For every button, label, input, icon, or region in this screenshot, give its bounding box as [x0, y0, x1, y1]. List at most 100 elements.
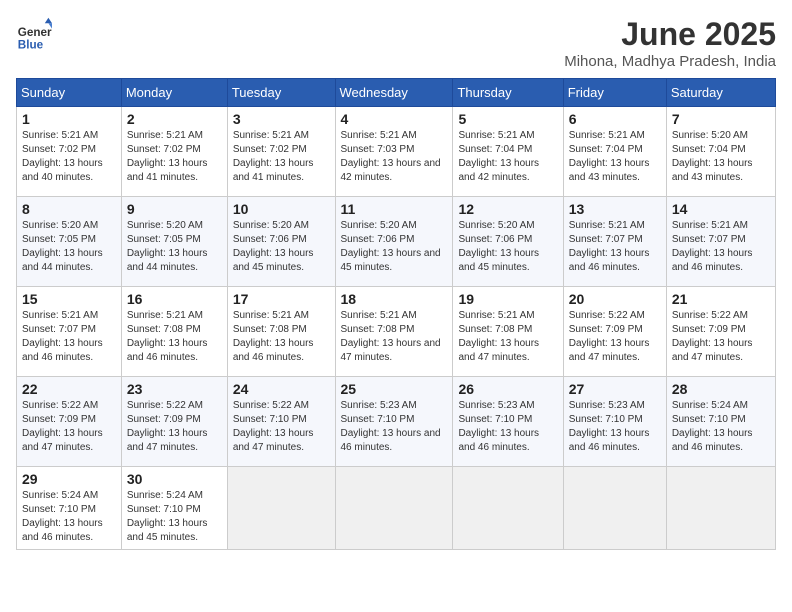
day-info: Sunrise: 5:20 AM Sunset: 7:05 PM Dayligh…	[127, 219, 222, 275]
header-cell-sunday: Sunday	[17, 79, 122, 107]
day-number: 18	[341, 291, 448, 307]
day-number: 1	[22, 111, 116, 127]
calendar-cell: 14 Sunrise: 5:21 AM Sunset: 7:07 PM Dayl…	[666, 197, 775, 287]
day-info: Sunrise: 5:22 AM Sunset: 7:09 PM Dayligh…	[127, 399, 222, 455]
calendar-cell: 17 Sunrise: 5:21 AM Sunset: 7:08 PM Dayl…	[227, 287, 335, 377]
calendar-title: June 2025	[564, 16, 776, 53]
calendar-cell: 11 Sunrise: 5:20 AM Sunset: 7:06 PM Dayl…	[335, 197, 453, 287]
calendar-cell: 19 Sunrise: 5:21 AM Sunset: 7:08 PM Dayl…	[453, 287, 563, 377]
day-number: 14	[672, 201, 770, 217]
calendar-cell: 29 Sunrise: 5:24 AM Sunset: 7:10 PM Dayl…	[17, 467, 122, 550]
day-number: 20	[569, 291, 661, 307]
day-number: 13	[569, 201, 661, 217]
title-area: June 2025 Mihona, Madhya Pradesh, India	[564, 16, 776, 70]
calendar-cell: 26 Sunrise: 5:23 AM Sunset: 7:10 PM Dayl…	[453, 377, 563, 467]
calendar-cell: 4 Sunrise: 5:21 AM Sunset: 7:03 PM Dayli…	[335, 107, 453, 197]
day-number: 9	[127, 201, 222, 217]
header-row: SundayMondayTuesdayWednesdayThursdayFrid…	[17, 79, 776, 107]
calendar-cell: 28 Sunrise: 5:24 AM Sunset: 7:10 PM Dayl…	[666, 377, 775, 467]
calendar-cell: 18 Sunrise: 5:21 AM Sunset: 7:08 PM Dayl…	[335, 287, 453, 377]
calendar-cell: 13 Sunrise: 5:21 AM Sunset: 7:07 PM Dayl…	[563, 197, 666, 287]
week-row-5: 29 Sunrise: 5:24 AM Sunset: 7:10 PM Dayl…	[17, 467, 776, 550]
header-cell-monday: Monday	[121, 79, 227, 107]
day-info: Sunrise: 5:21 AM Sunset: 7:07 PM Dayligh…	[569, 219, 661, 275]
calendar-cell: 3 Sunrise: 5:21 AM Sunset: 7:02 PM Dayli…	[227, 107, 335, 197]
week-row-4: 22 Sunrise: 5:22 AM Sunset: 7:09 PM Dayl…	[17, 377, 776, 467]
day-number: 8	[22, 201, 116, 217]
header-cell-friday: Friday	[563, 79, 666, 107]
calendar-cell: 20 Sunrise: 5:22 AM Sunset: 7:09 PM Dayl…	[563, 287, 666, 377]
day-number: 19	[458, 291, 557, 307]
day-number: 23	[127, 381, 222, 397]
calendar-cell: 7 Sunrise: 5:20 AM Sunset: 7:04 PM Dayli…	[666, 107, 775, 197]
day-number: 25	[341, 381, 448, 397]
day-info: Sunrise: 5:21 AM Sunset: 7:02 PM Dayligh…	[22, 129, 116, 185]
day-number: 10	[233, 201, 330, 217]
day-number: 17	[233, 291, 330, 307]
calendar-cell: 22 Sunrise: 5:22 AM Sunset: 7:09 PM Dayl…	[17, 377, 122, 467]
header-cell-saturday: Saturday	[666, 79, 775, 107]
day-info: Sunrise: 5:24 AM Sunset: 7:10 PM Dayligh…	[672, 399, 770, 455]
day-info: Sunrise: 5:24 AM Sunset: 7:10 PM Dayligh…	[22, 489, 116, 545]
day-info: Sunrise: 5:21 AM Sunset: 7:03 PM Dayligh…	[341, 129, 448, 185]
calendar-cell: 30 Sunrise: 5:24 AM Sunset: 7:10 PM Dayl…	[121, 467, 227, 550]
day-info: Sunrise: 5:21 AM Sunset: 7:07 PM Dayligh…	[22, 309, 116, 365]
day-info: Sunrise: 5:21 AM Sunset: 7:04 PM Dayligh…	[458, 129, 557, 185]
svg-text:Blue: Blue	[18, 38, 44, 51]
day-info: Sunrise: 5:21 AM Sunset: 7:08 PM Dayligh…	[341, 309, 448, 365]
day-info: Sunrise: 5:21 AM Sunset: 7:08 PM Dayligh…	[233, 309, 330, 365]
day-info: Sunrise: 5:22 AM Sunset: 7:09 PM Dayligh…	[672, 309, 770, 365]
calendar-cell	[335, 467, 453, 550]
day-number: 30	[127, 471, 222, 487]
calendar-subtitle: Mihona, Madhya Pradesh, India	[564, 53, 776, 70]
day-info: Sunrise: 5:21 AM Sunset: 7:08 PM Dayligh…	[127, 309, 222, 365]
calendar-cell: 8 Sunrise: 5:20 AM Sunset: 7:05 PM Dayli…	[17, 197, 122, 287]
day-number: 27	[569, 381, 661, 397]
calendar-cell: 9 Sunrise: 5:20 AM Sunset: 7:05 PM Dayli…	[121, 197, 227, 287]
calendar-cell: 15 Sunrise: 5:21 AM Sunset: 7:07 PM Dayl…	[17, 287, 122, 377]
calendar-cell	[453, 467, 563, 550]
day-info: Sunrise: 5:20 AM Sunset: 7:04 PM Dayligh…	[672, 129, 770, 185]
day-info: Sunrise: 5:23 AM Sunset: 7:10 PM Dayligh…	[341, 399, 448, 455]
header-cell-tuesday: Tuesday	[227, 79, 335, 107]
calendar-cell	[666, 467, 775, 550]
week-row-3: 15 Sunrise: 5:21 AM Sunset: 7:07 PM Dayl…	[17, 287, 776, 377]
day-info: Sunrise: 5:22 AM Sunset: 7:10 PM Dayligh…	[233, 399, 330, 455]
day-number: 2	[127, 111, 222, 127]
calendar-cell: 16 Sunrise: 5:21 AM Sunset: 7:08 PM Dayl…	[121, 287, 227, 377]
calendar-table: SundayMondayTuesdayWednesdayThursdayFrid…	[16, 78, 776, 550]
day-number: 15	[22, 291, 116, 307]
day-info: Sunrise: 5:21 AM Sunset: 7:04 PM Dayligh…	[569, 129, 661, 185]
day-info: Sunrise: 5:22 AM Sunset: 7:09 PM Dayligh…	[569, 309, 661, 365]
svg-text:General: General	[18, 26, 52, 39]
calendar-cell: 6 Sunrise: 5:21 AM Sunset: 7:04 PM Dayli…	[563, 107, 666, 197]
logo: General Blue	[16, 16, 56, 52]
calendar-cell: 2 Sunrise: 5:21 AM Sunset: 7:02 PM Dayli…	[121, 107, 227, 197]
logo-icon: General Blue	[16, 16, 52, 52]
calendar-cell: 24 Sunrise: 5:22 AM Sunset: 7:10 PM Dayl…	[227, 377, 335, 467]
calendar-cell	[227, 467, 335, 550]
calendar-cell: 12 Sunrise: 5:20 AM Sunset: 7:06 PM Dayl…	[453, 197, 563, 287]
calendar-cell: 10 Sunrise: 5:20 AM Sunset: 7:06 PM Dayl…	[227, 197, 335, 287]
day-info: Sunrise: 5:24 AM Sunset: 7:10 PM Dayligh…	[127, 489, 222, 545]
day-number: 22	[22, 381, 116, 397]
day-info: Sunrise: 5:23 AM Sunset: 7:10 PM Dayligh…	[458, 399, 557, 455]
header-cell-thursday: Thursday	[453, 79, 563, 107]
calendar-cell: 27 Sunrise: 5:23 AM Sunset: 7:10 PM Dayl…	[563, 377, 666, 467]
week-row-2: 8 Sunrise: 5:20 AM Sunset: 7:05 PM Dayli…	[17, 197, 776, 287]
day-number: 11	[341, 201, 448, 217]
week-row-1: 1 Sunrise: 5:21 AM Sunset: 7:02 PM Dayli…	[17, 107, 776, 197]
calendar-cell: 1 Sunrise: 5:21 AM Sunset: 7:02 PM Dayli…	[17, 107, 122, 197]
day-number: 21	[672, 291, 770, 307]
day-number: 28	[672, 381, 770, 397]
day-number: 26	[458, 381, 557, 397]
day-number: 5	[458, 111, 557, 127]
day-info: Sunrise: 5:20 AM Sunset: 7:06 PM Dayligh…	[341, 219, 448, 275]
day-info: Sunrise: 5:20 AM Sunset: 7:06 PM Dayligh…	[233, 219, 330, 275]
day-number: 6	[569, 111, 661, 127]
calendar-cell: 25 Sunrise: 5:23 AM Sunset: 7:10 PM Dayl…	[335, 377, 453, 467]
day-number: 16	[127, 291, 222, 307]
day-info: Sunrise: 5:21 AM Sunset: 7:02 PM Dayligh…	[127, 129, 222, 185]
day-number: 29	[22, 471, 116, 487]
day-info: Sunrise: 5:21 AM Sunset: 7:07 PM Dayligh…	[672, 219, 770, 275]
